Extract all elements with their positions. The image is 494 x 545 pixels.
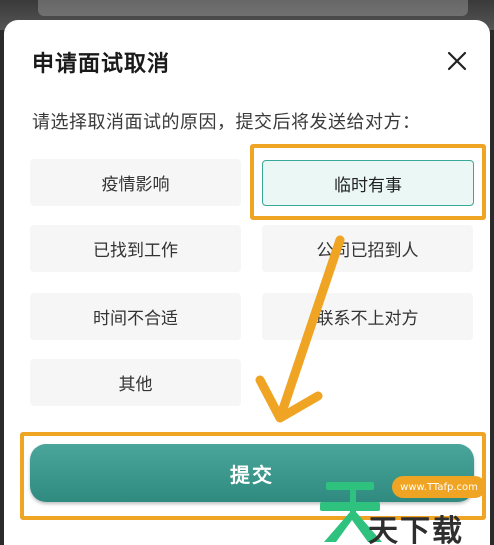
close-icon	[447, 51, 467, 71]
option-temporary-matter[interactable]: 临时有事	[262, 160, 474, 206]
close-button[interactable]	[444, 48, 470, 74]
background-app-content	[38, 0, 468, 16]
option-cannot-contact[interactable]: 联系不上对方	[262, 293, 473, 340]
option-other[interactable]: 其他	[30, 359, 241, 406]
screen: 申请面试取消 请选择取消面试的原因，提交后将发送给对方： 疫情影响 临时有事 已…	[0, 0, 494, 545]
option-company-hired[interactable]: 公司已招到人	[262, 225, 473, 272]
dialog-title: 申请面试取消	[32, 52, 171, 77]
submit-button[interactable]: 提交	[30, 444, 474, 502]
option-time-unsuitable[interactable]: 时间不合适	[30, 293, 241, 340]
option-epidemic[interactable]: 疫情影响	[30, 159, 241, 206]
option-found-job[interactable]: 已找到工作	[30, 225, 241, 272]
dialog-subtitle: 请选择取消面试的原因，提交后将发送给对方：	[32, 112, 421, 133]
